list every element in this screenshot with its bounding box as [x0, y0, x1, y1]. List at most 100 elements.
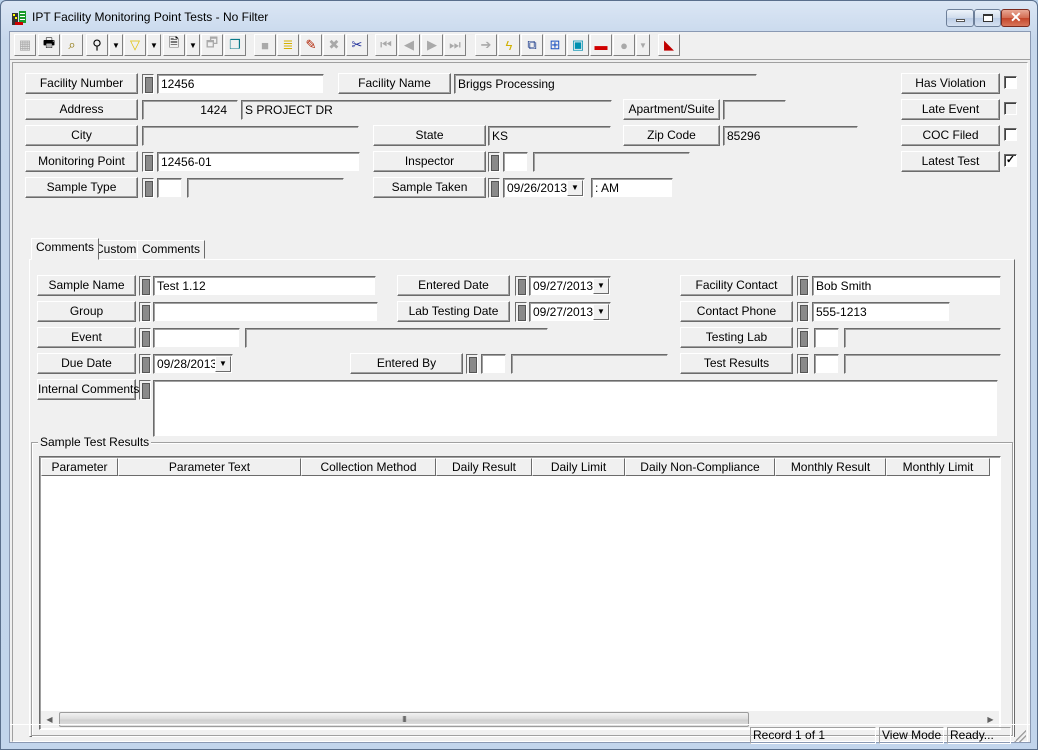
late-event-checkbox[interactable]	[1004, 102, 1017, 115]
group-input[interactable]	[153, 302, 378, 322]
print-button[interactable]: 🖶	[38, 34, 60, 56]
sample-taken-button[interactable]: Sample Taken	[373, 177, 486, 198]
facility-contact-input[interactable]: Bob Smith	[812, 276, 1001, 296]
facility-number-button[interactable]: Facility Number	[25, 73, 138, 94]
chevron-down-icon[interactable]: ▼	[593, 304, 609, 320]
copy-record-button[interactable]: ❐	[224, 34, 246, 56]
entered-date-button[interactable]: Entered Date	[397, 275, 510, 296]
find-dropdown[interactable]: ▼	[109, 34, 123, 56]
tab-comments[interactable]: Comments	[31, 238, 100, 260]
group-button[interactable]: Group	[37, 301, 136, 322]
contact-phone-input[interactable]: 555-1213	[812, 302, 950, 322]
last-record-button[interactable]: ⏭	[444, 34, 466, 56]
state-button[interactable]: State	[373, 125, 486, 146]
tab-comments-2[interactable]: Comments	[137, 240, 206, 259]
delete-button[interactable]: ✖	[323, 34, 345, 56]
coc-filed-button[interactable]: COC Filed	[901, 125, 1000, 146]
previous-record-button[interactable]: ◀	[398, 34, 420, 56]
column-header-daily-limit[interactable]: Daily Limit	[532, 458, 625, 476]
select-all-button[interactable]: ▦	[14, 34, 36, 56]
column-header-parameter[interactable]: Parameter	[41, 458, 118, 476]
maximize-button[interactable]	[974, 9, 1001, 27]
testing-lab-code-input[interactable]	[814, 328, 839, 348]
latest-test-button[interactable]: Latest Test	[901, 151, 1000, 172]
add-record-button[interactable]: ≣	[277, 34, 299, 56]
coc-filed-checkbox[interactable]	[1004, 128, 1017, 141]
save-button[interactable]: ■	[254, 34, 276, 56]
sample-type-code-input[interactable]	[157, 178, 182, 198]
address-button[interactable]: Address	[25, 99, 138, 120]
cut-button[interactable]: ✂	[346, 34, 368, 56]
filter-button[interactable]: ▽	[124, 34, 146, 56]
map-button[interactable]: ▣	[567, 34, 589, 56]
lab-testing-date-picker[interactable]: 09/27/2013 ▼	[529, 302, 611, 322]
test-results-button[interactable]: Test Results	[680, 353, 793, 374]
report-button[interactable]: 🗎	[163, 34, 185, 56]
print-preview-button[interactable]: ⌕	[61, 34, 83, 56]
test-results-code-input[interactable]	[814, 354, 839, 374]
facility-number-input[interactable]: 12456	[157, 74, 324, 94]
event-code-input[interactable]	[153, 328, 240, 348]
sample-type-button[interactable]: Sample Type	[25, 177, 138, 198]
event-button[interactable]: Event	[37, 327, 136, 348]
column-header-collection-method[interactable]: Collection Method	[301, 458, 436, 476]
sample-taken-time-input[interactable]: : AM	[591, 178, 673, 198]
quick-action-button[interactable]: ϟ	[498, 34, 520, 56]
facility-name-button[interactable]: Facility Name	[338, 73, 451, 94]
sample-taken-date-picker[interactable]: 09/26/2013 ▼	[503, 178, 585, 198]
export-button[interactable]: 🗗	[201, 34, 223, 56]
results-grid[interactable]: Parameter Parameter Text Collection Meth…	[39, 456, 1001, 730]
latest-test-checkbox[interactable]: ✓	[1004, 154, 1017, 167]
late-event-button[interactable]: Late Event	[901, 99, 1000, 120]
has-violation-button[interactable]: Has Violation	[901, 73, 1000, 94]
entered-by-code-input[interactable]	[481, 354, 506, 374]
monitoring-point-input[interactable]: 12456-01	[157, 152, 360, 172]
apartment-suite-button[interactable]: Apartment/Suite	[623, 99, 720, 120]
column-header-parameter-text[interactable]: Parameter Text	[118, 458, 301, 476]
contact-phone-button[interactable]: Contact Phone	[680, 301, 793, 322]
first-record-button[interactable]: ⏮	[375, 34, 397, 56]
due-date-button[interactable]: Due Date	[37, 353, 136, 374]
title-bar[interactable]: IPT Facility Monitoring Point Tests - No…	[1, 1, 1037, 31]
entered-by-button[interactable]: Entered By	[350, 353, 463, 374]
inspector-code-input[interactable]	[503, 152, 528, 172]
go-to-button[interactable]: ➔	[475, 34, 497, 56]
has-violation-checkbox[interactable]	[1004, 76, 1017, 89]
column-header-daily-non-compliance[interactable]: Daily Non-Compliance	[625, 458, 775, 476]
minimize-button[interactable]	[946, 9, 974, 27]
toolbox-button[interactable]: ▬	[590, 34, 612, 56]
lookup-button[interactable]: ⧉	[521, 34, 543, 56]
chevron-down-icon[interactable]: ▼	[215, 356, 231, 372]
zip-code-button[interactable]: Zip Code	[623, 125, 720, 146]
resize-grip-icon[interactable]	[1014, 730, 1026, 742]
internal-comments-textarea[interactable]	[153, 380, 998, 437]
app-icon	[12, 11, 26, 25]
exit-button[interactable]: ◣	[658, 34, 680, 56]
column-header-monthly-limit[interactable]: Monthly Limit	[886, 458, 990, 476]
filter-dropdown[interactable]: ▼	[147, 34, 161, 56]
testing-lab-button[interactable]: Testing Lab	[680, 327, 793, 348]
hierarchy-button[interactable]: ⊞	[544, 34, 566, 56]
report-dropdown[interactable]: ▼	[186, 34, 200, 56]
lab-testing-date-button[interactable]: Lab Testing Date	[397, 301, 510, 322]
sample-name-input[interactable]: Test 1.12	[153, 276, 376, 296]
facility-contact-button[interactable]: Facility Contact	[680, 275, 793, 296]
find-button[interactable]: ⚲	[86, 34, 108, 56]
inspector-button[interactable]: Inspector	[373, 151, 486, 172]
entered-date-picker[interactable]: 09/27/2013 ▼	[529, 276, 611, 296]
required-indicator	[466, 354, 478, 374]
column-header-monthly-result[interactable]: Monthly Result	[775, 458, 886, 476]
column-header-daily-result[interactable]: Daily Result	[436, 458, 532, 476]
monitoring-point-button[interactable]: Monitoring Point	[25, 151, 138, 172]
close-button[interactable]: ✕	[1001, 9, 1030, 27]
city-button[interactable]: City	[25, 125, 138, 146]
chevron-down-icon[interactable]: ▼	[567, 180, 583, 196]
chevron-down-icon[interactable]: ▼	[593, 278, 609, 294]
due-date-picker[interactable]: 09/28/2013 ▼	[153, 354, 233, 374]
globe-button[interactable]: ●	[613, 34, 635, 56]
globe-dropdown[interactable]: ▼	[636, 34, 650, 56]
internal-comments-button[interactable]: Internal Comments	[37, 379, 139, 400]
next-record-button[interactable]: ▶	[421, 34, 443, 56]
sample-name-button[interactable]: Sample Name	[37, 275, 136, 296]
edit-button[interactable]: ✎	[300, 34, 322, 56]
